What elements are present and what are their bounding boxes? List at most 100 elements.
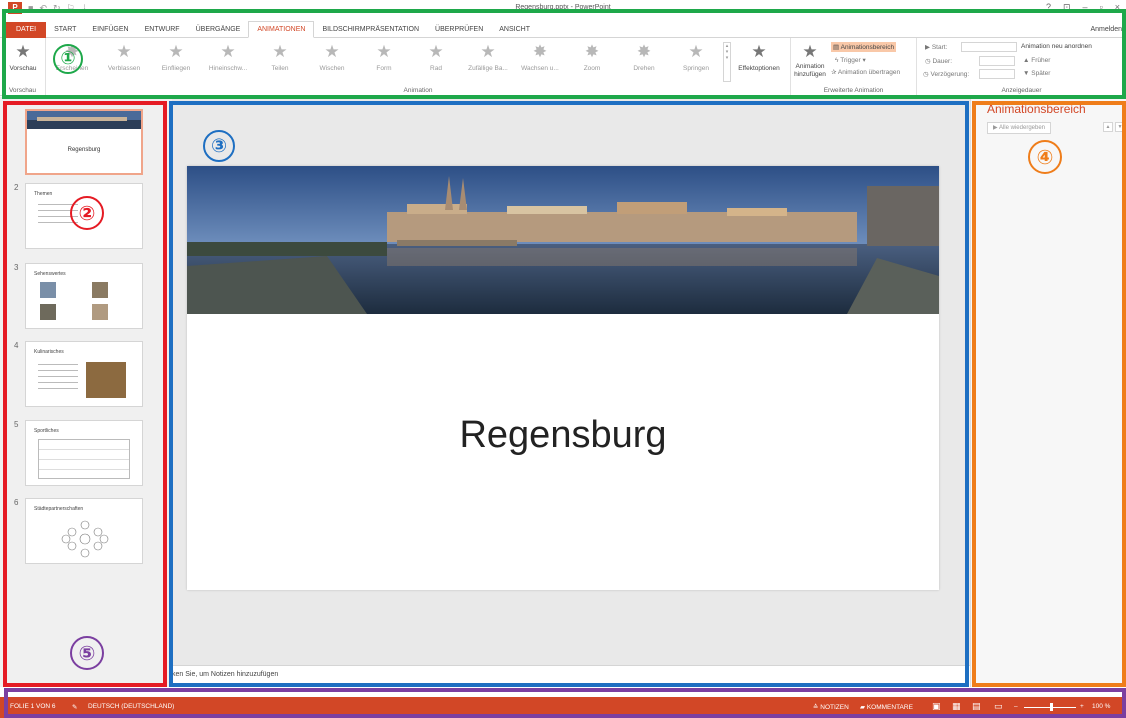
slide-thumb-1[interactable]: Regensburg bbox=[25, 109, 143, 175]
triangle-down-icon: ▼ bbox=[1023, 70, 1030, 77]
group-erweiterte-animation: ★ Animation hinzufügen ▤ Animationsberei… bbox=[791, 38, 917, 96]
star-icon: ★ bbox=[751, 42, 767, 61]
play-icon: ▶ bbox=[925, 44, 930, 51]
star-icon: ★ bbox=[116, 42, 132, 61]
move-up-button[interactable]: ▲ bbox=[1103, 122, 1113, 132]
slide-thumb-4[interactable]: Kulinarisches bbox=[25, 341, 143, 407]
animation-effect-10[interactable]: ✸ Zoom bbox=[570, 42, 614, 72]
comment-icon: ▰ bbox=[860, 704, 865, 711]
zoom-slider-handle[interactable] bbox=[1050, 703, 1053, 711]
triangle-down-icon: ▼ bbox=[1117, 124, 1123, 130]
star-icon: ★ bbox=[688, 42, 704, 61]
slide-thumb-5[interactable]: Sportliches bbox=[25, 420, 143, 486]
tab-datei[interactable]: DATEI bbox=[6, 21, 47, 38]
tab-bildschirmpraesentation[interactable]: BILDSCHIRMPRÄSENTATION bbox=[314, 22, 427, 38]
move-down-button[interactable]: ▼ bbox=[1115, 122, 1125, 132]
notes-area[interactable]: ken Sie, um Notizen hinzuzufügen bbox=[172, 665, 970, 687]
current-slide[interactable]: Regensburg bbox=[187, 166, 939, 590]
zoom-level[interactable]: 100 % bbox=[1092, 703, 1110, 710]
tab-animationen[interactable]: ANIMATIONEN bbox=[248, 21, 315, 38]
zoom-in-button[interactable]: + bbox=[1080, 703, 1084, 710]
animation-effect-1[interactable]: ★ Verblassen bbox=[102, 42, 146, 72]
normal-view-icon[interactable]: ▣ bbox=[932, 701, 941, 712]
slide-thumbnail-pane[interactable]: Regensburg 2 Themen 3 Sehenswertes 4 Kul… bbox=[0, 97, 172, 687]
marker-3: ③ bbox=[203, 130, 235, 162]
add-animation-button[interactable]: ★ Animation hinzufügen bbox=[791, 42, 829, 79]
notes-icon: ≙ bbox=[813, 704, 819, 711]
marker-2: ② bbox=[70, 196, 104, 230]
maximize-icon[interactable]: ▫ bbox=[1100, 2, 1103, 13]
comments-button[interactable]: ▰ KOMMENTARE bbox=[860, 703, 913, 711]
animation-effect-12[interactable]: ★ Springen bbox=[674, 42, 718, 72]
animation-effect-9[interactable]: ✸ Wachsen u... bbox=[518, 42, 562, 72]
spellcheck-icon[interactable]: ✎ bbox=[72, 703, 77, 711]
duration-label: ◷ Dauer: bbox=[925, 58, 952, 65]
tab-entwurf[interactable]: ENTWURF bbox=[137, 22, 188, 38]
effect-options-button[interactable]: ★ Effektoptionen bbox=[734, 42, 784, 72]
play-all-button[interactable]: ▶ Alle wiedergeben bbox=[987, 122, 1051, 134]
reading-view-icon[interactable]: ▤ bbox=[972, 701, 981, 712]
play-icon: ▶ bbox=[993, 125, 998, 131]
preview-button[interactable]: ★ Vorschau bbox=[1, 42, 45, 72]
tab-start[interactable]: START bbox=[46, 22, 84, 38]
notes-button[interactable]: ≙ NOTIZEN bbox=[813, 703, 849, 711]
help-icon[interactable]: ? bbox=[1046, 2, 1051, 13]
animation-effect-11[interactable]: ✸ Drehen bbox=[622, 42, 666, 72]
tab-ueberpruefen[interactable]: ÜBERPRÜFEN bbox=[427, 22, 491, 38]
animation-effect-7[interactable]: ★ Rad bbox=[414, 42, 458, 72]
slide-title[interactable]: Regensburg bbox=[187, 414, 939, 457]
star-plus-icon: ★ bbox=[802, 42, 818, 61]
ribbon-display-icon[interactable]: ⊡ bbox=[1063, 2, 1071, 13]
duration-spinner[interactable] bbox=[979, 56, 1015, 66]
star-icon: ★ bbox=[324, 42, 340, 61]
group-animation: ✸ Erscheinen ★ Verblassen ★ Einfliegen ★ Hinein… bbox=[46, 38, 791, 96]
delay-label: ◷ Verzögerung: bbox=[923, 71, 970, 78]
animation-pane-icon: ▤ bbox=[833, 44, 840, 51]
trigger-button[interactable]: ϟ Trigger ▾ bbox=[835, 56, 866, 64]
animation-pane-button[interactable]: ▤ Animationsbereich bbox=[831, 42, 897, 52]
gallery-scroll[interactable]: ▴ ▾ ▾ bbox=[723, 42, 731, 82]
close-icon[interactable]: × bbox=[1115, 2, 1120, 13]
animation-painter-button[interactable]: ✰ Animation übertragen bbox=[831, 68, 900, 76]
slide-thumb-6[interactable]: Städtepartnerschaften bbox=[25, 498, 143, 564]
star-icon: ★ bbox=[220, 42, 236, 61]
animation-effect-6[interactable]: ★ Form bbox=[362, 42, 406, 72]
triangle-up-icon: ▲ bbox=[1023, 57, 1030, 64]
slide-editor[interactable]: Regensburg ken Sie, um Notizen hinzuzufü… bbox=[172, 97, 970, 687]
partner-cities-diagram bbox=[61, 520, 109, 558]
burst-icon: ✸ bbox=[532, 42, 548, 61]
star-icon: ★ bbox=[15, 42, 31, 61]
burst-icon: ✸ bbox=[584, 42, 600, 61]
sign-in-link[interactable]: Anmelden bbox=[1090, 26, 1122, 33]
minimize-icon[interactable]: – bbox=[1083, 2, 1088, 13]
language-indicator[interactable]: DEUTSCH (DEUTSCHLAND) bbox=[88, 703, 174, 710]
animation-effect-2[interactable]: ★ Einfliegen bbox=[154, 42, 198, 72]
marker-1: ① bbox=[53, 44, 83, 74]
animation-effect-8[interactable]: ★ Zufällige Ba... bbox=[466, 42, 510, 72]
ribbon: ★ Vorschau Vorschau ✸ Erscheinen ★ Verblass… bbox=[0, 38, 1126, 96]
animation-pane[interactable]: Animationsbereich ▶ Alle wiedergeben ▲ ▼ bbox=[970, 97, 1126, 687]
group-vorschau: ★ Vorschau Vorschau bbox=[0, 38, 46, 96]
start-select[interactable] bbox=[961, 42, 1017, 52]
slide-thumb-3[interactable]: Sehenswertes bbox=[25, 263, 143, 329]
star-icon: ★ bbox=[428, 42, 444, 61]
clock-icon: ◷ bbox=[923, 71, 929, 78]
delay-spinner[interactable] bbox=[979, 69, 1015, 79]
zoom-out-button[interactable]: – bbox=[1014, 703, 1018, 710]
slide-sorter-icon[interactable]: ▦ bbox=[952, 701, 961, 712]
animation-effect-3[interactable]: ★ Hineinschw... bbox=[206, 42, 250, 72]
notes-placeholder: ken Sie, um Notizen hinzuzufügen bbox=[172, 671, 279, 678]
regensburg-panorama-image[interactable] bbox=[187, 166, 939, 314]
move-later-button[interactable]: ▼ Später bbox=[1023, 70, 1050, 77]
burst-icon: ✸ bbox=[636, 42, 652, 61]
animation-effect-5[interactable]: ★ Wischen bbox=[310, 42, 354, 72]
tab-ansicht[interactable]: ANSICHT bbox=[491, 22, 538, 38]
star-icon: ★ bbox=[272, 42, 288, 61]
slideshow-icon[interactable]: ▭ bbox=[994, 701, 1003, 712]
animation-effect-4[interactable]: ★ Teilen bbox=[258, 42, 302, 72]
star-icon: ★ bbox=[168, 42, 184, 61]
star-icon: ★ bbox=[376, 42, 392, 61]
tab-uebergaenge[interactable]: ÜBERGÄNGE bbox=[188, 22, 249, 38]
move-earlier-button[interactable]: ▲ Früher bbox=[1023, 57, 1050, 64]
tab-einfuegen[interactable]: EINFÜGEN bbox=[84, 22, 136, 38]
